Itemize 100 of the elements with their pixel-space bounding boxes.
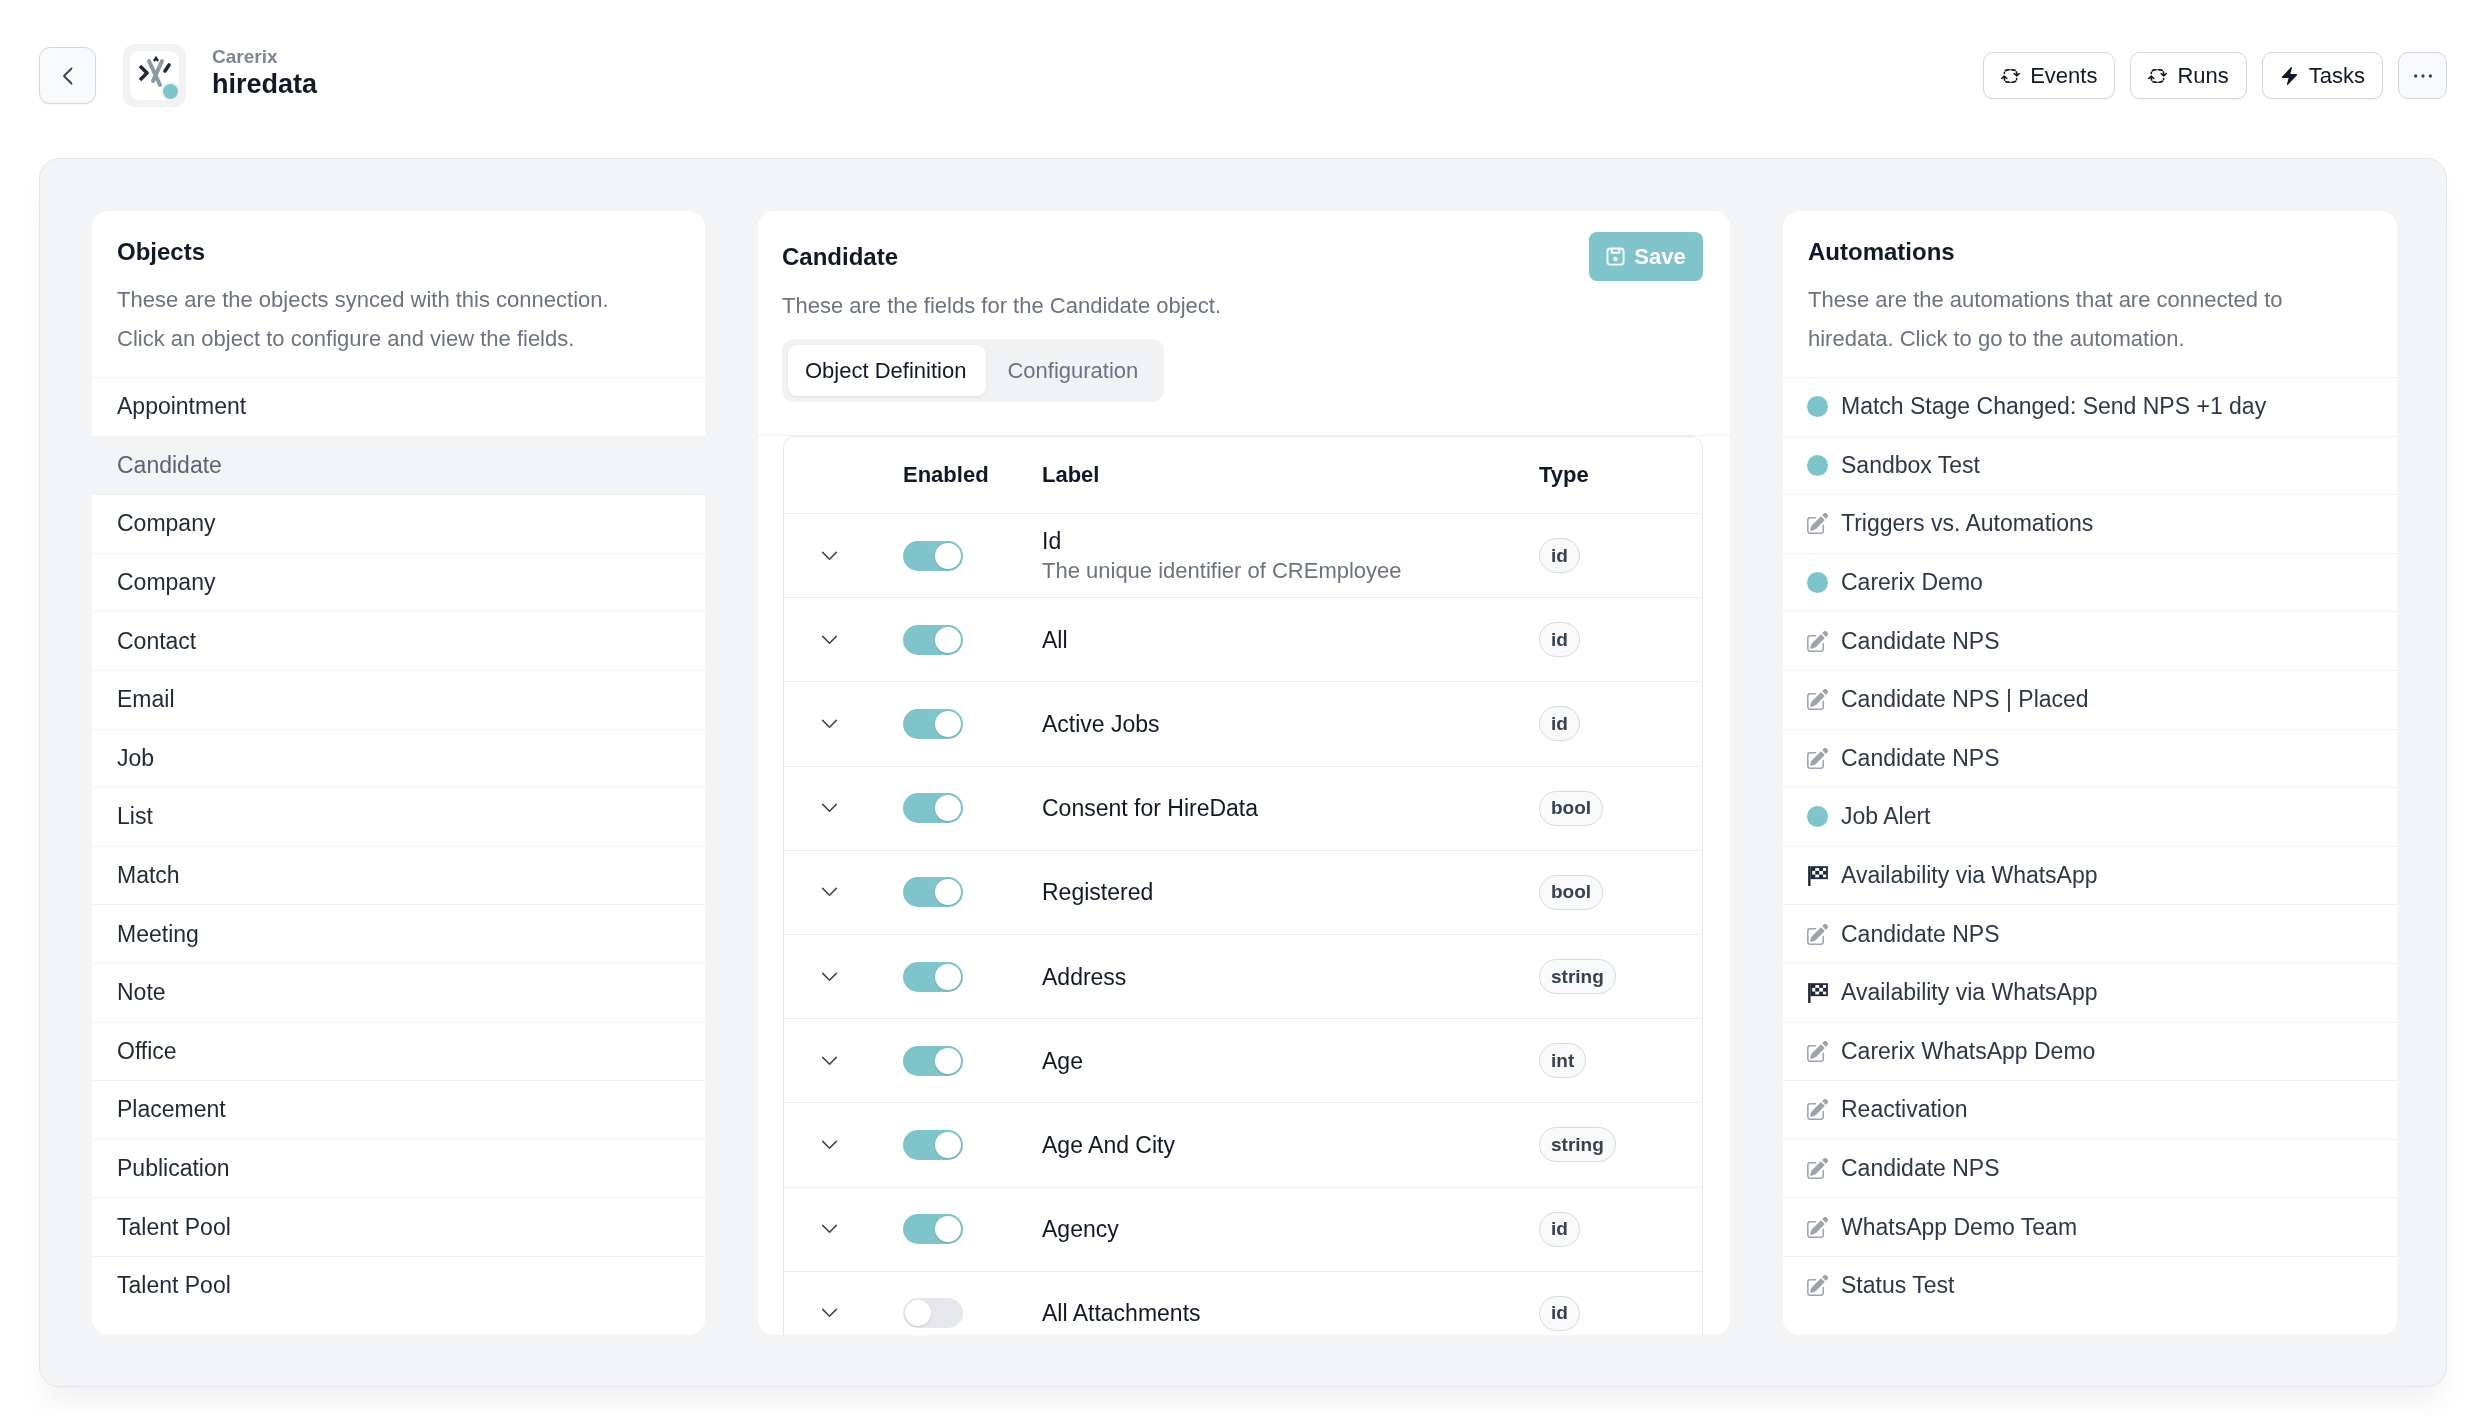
edit-icon: [1807, 513, 1828, 535]
type-tag: id: [1539, 538, 1580, 574]
toggle-switch[interactable]: [903, 793, 963, 824]
object-item[interactable]: Company: [92, 494, 705, 553]
toggle-switch[interactable]: [903, 1045, 963, 1076]
bolt-icon: [2279, 66, 2299, 85]
object-item[interactable]: Office: [92, 1021, 705, 1081]
field-label: Agency: [1042, 1215, 1119, 1245]
automation-item[interactable]: Carerix WhatsApp Demo: [1783, 1021, 2397, 1081]
status-dot-icon: [1807, 454, 1828, 476]
edit-icon: [1807, 1158, 1828, 1179]
object-item[interactable]: Publication: [92, 1138, 705, 1198]
automation-item[interactable]: Job Alert: [1783, 787, 2397, 846]
column-header: Enabled: [903, 462, 989, 488]
chevron-left-icon: [62, 66, 73, 85]
chevron-down-icon[interactable]: [821, 550, 838, 561]
field-label: Address: [1042, 962, 1127, 992]
back-button[interactable]: [39, 47, 96, 104]
tab[interactable]: Object Definition: [788, 345, 987, 396]
automation-item[interactable]: Candidate NPS: [1783, 728, 2397, 788]
object-item[interactable]: Meeting: [92, 904, 705, 963]
automation-item[interactable]: WhatsApp Demo Team: [1783, 1197, 2397, 1256]
status-dot-icon: [1807, 572, 1828, 594]
toggle-switch[interactable]: [903, 1298, 963, 1329]
logo-icon: [123, 44, 186, 107]
type-tag: id: [1539, 1295, 1580, 1331]
automation-item[interactable]: Candidate NPS | Placed: [1783, 669, 2397, 729]
automation-item[interactable]: Triggers vs. Automations: [1783, 494, 2397, 553]
automation-item[interactable]: Status Test: [1783, 1255, 2397, 1315]
more-button[interactable]: [2398, 52, 2447, 99]
type-tag: int: [1539, 1043, 1587, 1079]
chevron-down-icon[interactable]: [821, 803, 838, 814]
toggle-switch[interactable]: [903, 1214, 963, 1245]
panel-title: Candidate: [782, 241, 898, 272]
edit-icon: [1807, 1275, 1828, 1297]
object-item[interactable]: Company: [92, 552, 705, 612]
chevron-down-icon[interactable]: [821, 1139, 838, 1150]
vendor-name: Carerix: [212, 45, 279, 68]
field-label: Age And City: [1042, 1130, 1175, 1160]
chevron-down-icon[interactable]: [821, 718, 838, 729]
automation-item[interactable]: Carerix Demo: [1783, 552, 2397, 612]
toggle-switch[interactable]: [903, 708, 963, 739]
header-button[interactable]: Runs: [2130, 52, 2247, 99]
chevron-down-icon[interactable]: [821, 634, 838, 645]
object-item[interactable]: Job: [92, 728, 705, 788]
toggle-switch[interactable]: [903, 961, 963, 992]
automation-item[interactable]: Candidate NPS: [1783, 904, 2397, 963]
object-item[interactable]: Appointment: [92, 377, 705, 436]
tab[interactable]: Configuration: [990, 345, 1159, 396]
more-icon: [2413, 73, 2432, 78]
connection-name: hiredata: [212, 68, 318, 100]
chevron-down-icon[interactable]: [821, 1055, 838, 1066]
field-label: Age: [1042, 1046, 1083, 1076]
edit-icon: [1807, 747, 1828, 769]
type-tag: string: [1539, 959, 1616, 995]
object-item[interactable]: Match: [92, 845, 705, 905]
type-tag: id: [1539, 622, 1580, 658]
toggle-switch[interactable]: [903, 540, 963, 571]
object-item[interactable]: Candidate: [92, 435, 705, 495]
chevron-down-icon[interactable]: [821, 887, 838, 898]
chevron-down-icon[interactable]: [821, 1308, 838, 1319]
object-item[interactable]: Placement: [92, 1080, 705, 1139]
type-tag: id: [1539, 706, 1580, 742]
object-item[interactable]: Email: [92, 669, 705, 729]
chevron-down-icon[interactable]: [821, 971, 838, 982]
object-item[interactable]: Contact: [92, 611, 705, 670]
edit-icon: [1807, 630, 1828, 652]
panel-title: Automations: [1808, 237, 1956, 267]
column-header: Label: [1042, 462, 1100, 488]
object-item[interactable]: List: [92, 787, 705, 846]
automation-item[interactable]: Match Stage Changed: Send NPS +1 day: [1783, 377, 2397, 436]
edit-icon: [1807, 923, 1828, 945]
automation-item[interactable]: Availability via WhatsApp: [1783, 845, 2397, 905]
cycle-arrows-icon: [2148, 66, 2168, 85]
field-label: All Attachments: [1042, 1299, 1201, 1329]
automation-item[interactable]: Reactivation: [1783, 1080, 2397, 1139]
type-tag: string: [1539, 1127, 1616, 1163]
type-tag: id: [1539, 1211, 1580, 1247]
edit-icon: [1807, 689, 1828, 711]
toggle-switch[interactable]: [903, 1129, 963, 1160]
checkered-flag-icon: [1807, 865, 1828, 887]
status-dot-icon: [1807, 396, 1828, 418]
object-item[interactable]: Note: [92, 962, 705, 1022]
header-button[interactable]: Events: [1983, 52, 2116, 99]
header-button[interactable]: Tasks: [2261, 52, 2383, 99]
chevron-down-icon[interactable]: [821, 1224, 838, 1235]
object-item[interactable]: Talent Pool: [92, 1197, 705, 1256]
automation-item[interactable]: Availability via WhatsApp: [1783, 962, 2397, 1022]
field-label: Consent for HireData: [1042, 794, 1259, 824]
status-dot-icon: [1807, 806, 1828, 828]
toggle-switch[interactable]: [903, 624, 963, 655]
automation-item[interactable]: Candidate NPS: [1783, 1138, 2397, 1198]
panel-description: These are the automations that are connected to hiredata. Click to go to the automation.: [1808, 286, 2284, 353]
toggle-switch[interactable]: [903, 877, 963, 908]
edit-icon: [1807, 1216, 1828, 1238]
automation-item[interactable]: Candidate NPS: [1783, 611, 2397, 670]
panel-description: These are the objects synced with this connection. Click an object to configure and view the fields.: [117, 286, 610, 353]
automation-item[interactable]: Sandbox Test: [1783, 435, 2397, 495]
cycle-arrows-icon: [2001, 66, 2021, 85]
object-item[interactable]: Talent Pool: [92, 1255, 705, 1315]
